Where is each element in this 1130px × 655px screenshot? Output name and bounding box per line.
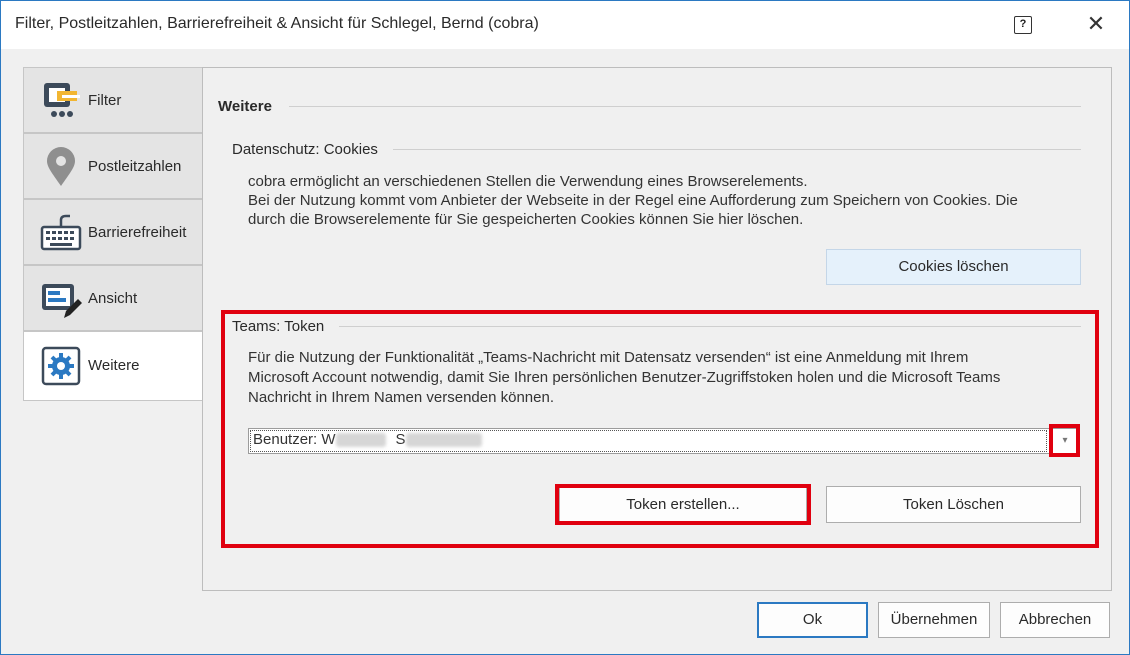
- dialog-window: Filter, Postleitzahlen, Barrierefreiheit…: [0, 0, 1130, 655]
- cookies-description-line-1: cobra ermöglicht an verschiedenen Stelle…: [248, 173, 808, 190]
- tab-filter[interactable]: Filter: [23, 67, 203, 133]
- cancel-button[interactable]: Abbrechen: [1000, 602, 1110, 638]
- tab-weitere[interactable]: Weitere: [23, 331, 204, 401]
- cookies-description-line-2: Bei der Nutzung kommt vom Anbieter der W…: [248, 192, 1018, 209]
- section-divider: [289, 106, 1081, 107]
- help-icon[interactable]: ?: [1014, 16, 1032, 34]
- filter-icon: [44, 83, 80, 117]
- tab-postleitzahlen[interactable]: Postleitzahlen: [23, 133, 203, 199]
- close-icon[interactable]: ✕: [1085, 13, 1107, 35]
- tab-barrierefreiheit[interactable]: Barrierefreiheit: [23, 199, 203, 265]
- title-bar: Filter, Postleitzahlen, Barrierefreiheit…: [1, 1, 1129, 49]
- tab-label-ansicht: Ansicht: [88, 290, 138, 307]
- gear-icon: [41, 346, 81, 386]
- view-edit-icon: [42, 284, 82, 318]
- highlight-dropdown-arrow: [1049, 424, 1080, 457]
- tab-label-weitere: Weitere: [88, 357, 140, 374]
- cookies-group-title: Datenschutz: Cookies: [232, 141, 382, 158]
- section-title: Weitere: [218, 98, 276, 115]
- apply-button[interactable]: Übernehmen: [878, 602, 990, 638]
- ok-button[interactable]: Ok: [757, 602, 868, 638]
- cookies-divider: [393, 149, 1081, 150]
- delete-cookies-button[interactable]: Cookies löschen: [826, 249, 1081, 285]
- window-title: Filter, Postleitzahlen, Barrierefreiheit…: [15, 15, 539, 32]
- cookies-description-line-3: durch die Browserelemente für Sie gespei…: [248, 211, 804, 228]
- map-pin-icon: [47, 147, 75, 186]
- tab-ansicht[interactable]: Ansicht: [23, 265, 203, 331]
- tab-label-filter: Filter: [88, 92, 122, 109]
- tab-label-barrierefreiheit: Barrierefreiheit: [88, 224, 187, 241]
- highlight-create-token: [555, 484, 811, 525]
- tab-label-postleitzahlen: Postleitzahlen: [88, 158, 182, 175]
- keyboard-icon: [40, 214, 82, 251]
